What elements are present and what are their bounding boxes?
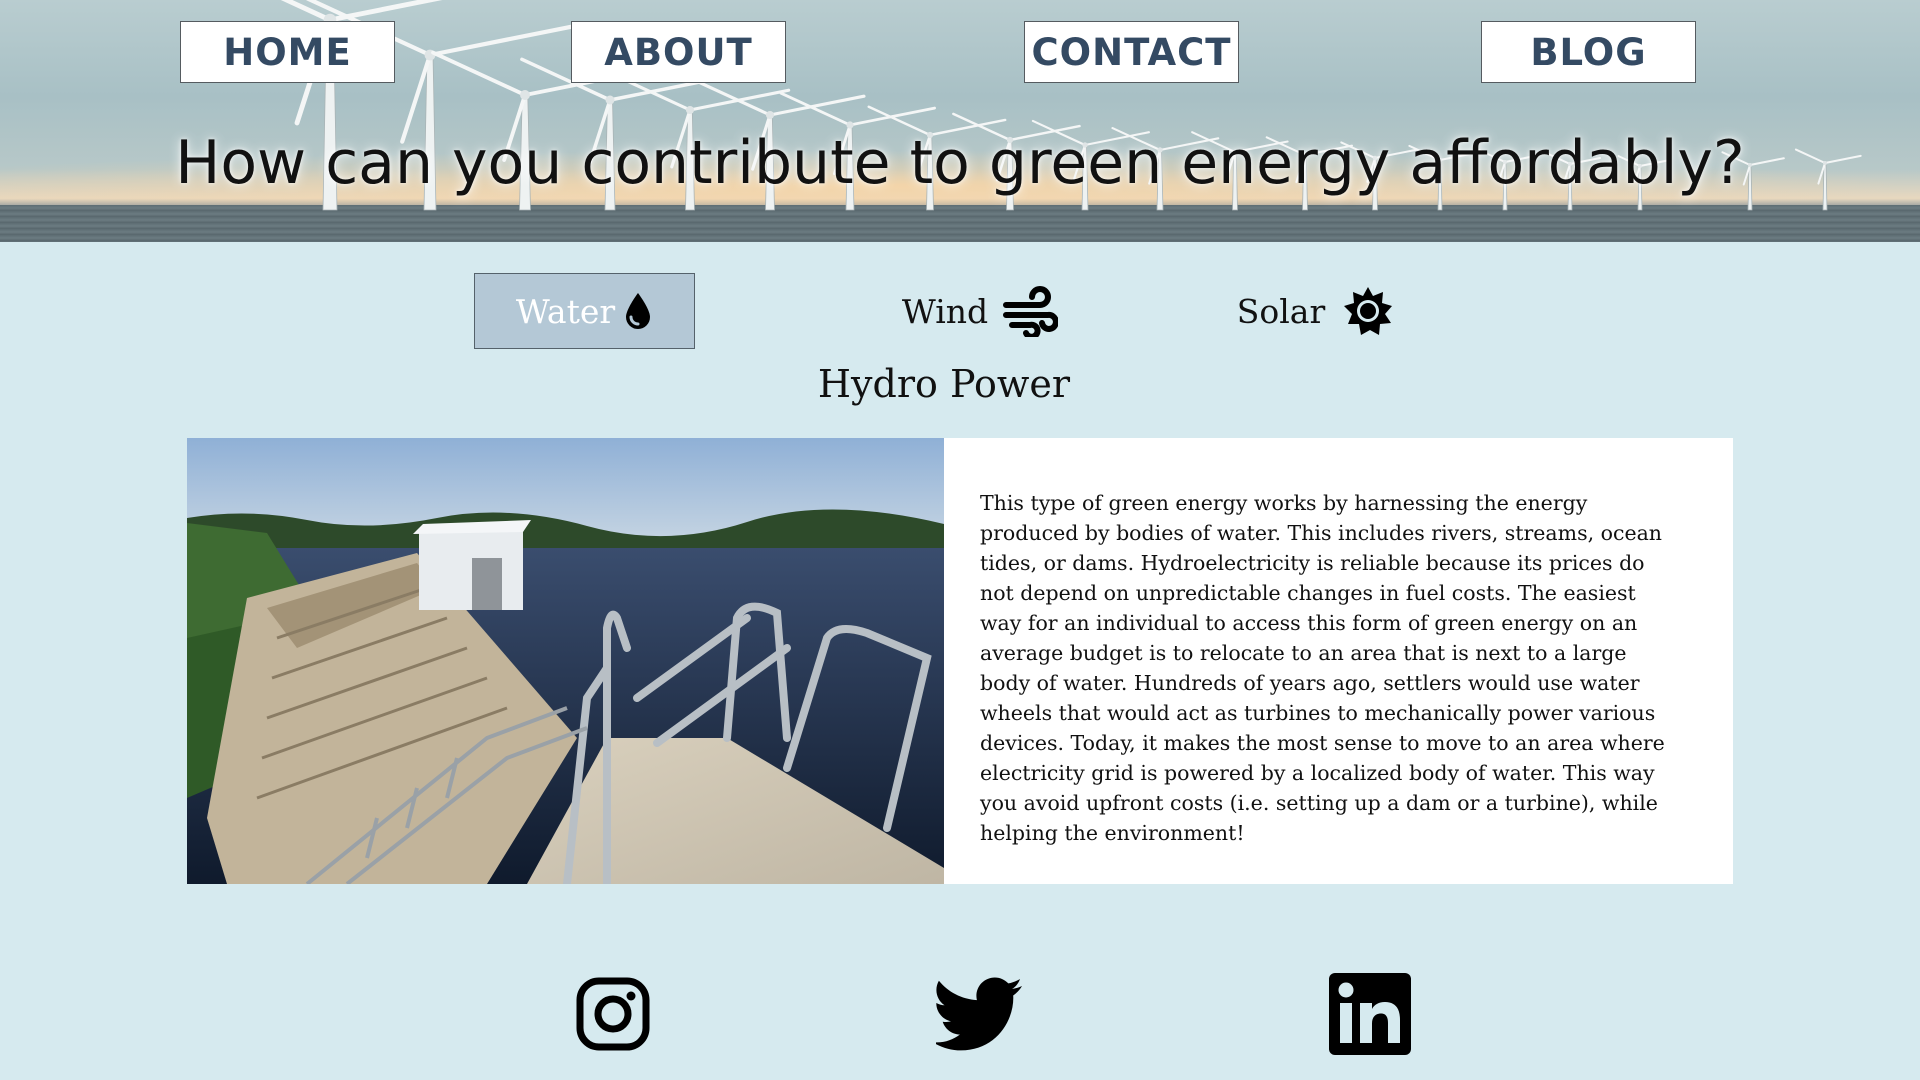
nav-blog-button[interactable]: BLOG [1481,21,1696,83]
hero-banner: HOME ABOUT CONTACT BLOG How can you cont… [0,0,1920,242]
tab-solar[interactable]: Solar [1220,273,1410,349]
sun-icon [1343,286,1393,336]
section-description: This type of green energy works by harne… [944,438,1733,884]
instagram-icon[interactable] [576,972,650,1056]
twitter-icon[interactable] [935,972,1025,1056]
tab-solar-label: Solar [1236,291,1326,331]
tab-wind-label: Wind [901,291,989,331]
water-drop-icon [623,291,653,331]
tab-wind[interactable]: Wind [880,273,1080,349]
wind-icon [1002,285,1059,337]
nav-contact-button[interactable]: CONTACT [1024,21,1239,83]
nav-home-button[interactable]: HOME [180,21,395,83]
section-title: Hydro Power [817,362,1071,406]
nav-about-button[interactable]: ABOUT [571,21,786,83]
dam-photo [187,438,944,884]
hero-title: How can you contribute to green energy a… [175,128,1745,198]
tab-water-label: Water [515,291,616,331]
tab-water[interactable]: Water [474,273,695,349]
linkedin-icon[interactable] [1329,972,1411,1056]
